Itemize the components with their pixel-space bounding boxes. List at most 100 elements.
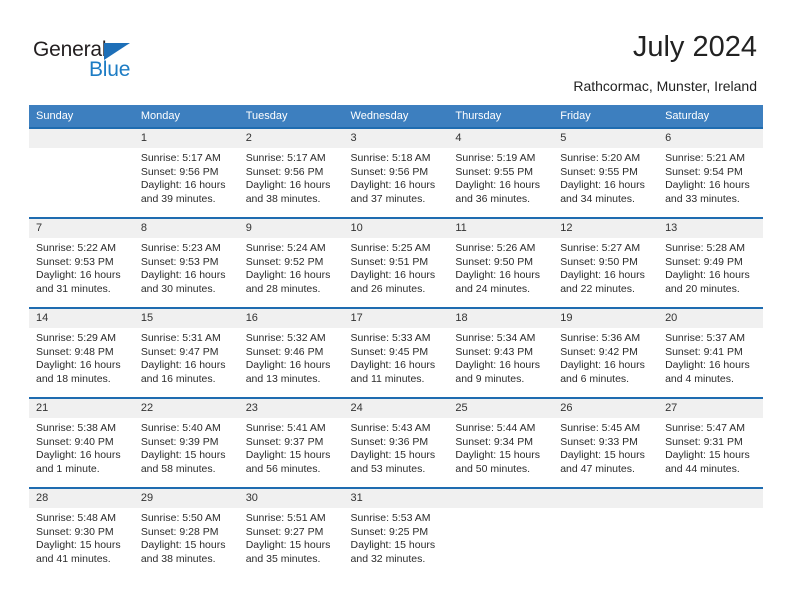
daylight-text: Daylight: 15 hours — [140, 539, 226, 552]
sunrise-text: Sunrise: 5:44 AM — [455, 422, 536, 434]
day-cell[interactable]: 27 Sunrise: 5:47 AM Sunset: 9:31 PM Dayligh… — [658, 399, 763, 487]
daylight-text: Daylight: 16 hours — [140, 269, 226, 282]
daylight-text: and 44 minutes. — [665, 462, 740, 475]
sunrise-text: Sunrise: 5:34 AM — [455, 332, 536, 344]
daylight-text: and 32 minutes. — [350, 552, 426, 565]
day-cell[interactable]: 5 Sunrise: 5:20 AM Sunset: 9:55 PM Daylight… — [553, 129, 659, 217]
day-cell[interactable]: 8 Sunrise: 5:23 AM Sunset: 9:53 PM Daylight… — [133, 219, 239, 307]
day-details — [29, 148, 134, 152]
daylight-text: Daylight: 16 hours — [350, 179, 436, 192]
sunset-text: Sunset: 9:47 PM — [140, 345, 219, 358]
day-number — [29, 129, 134, 148]
day-cell[interactable]: 15 Sunrise: 5:31 AM Sunset: 9:47 PM Dayligh… — [133, 309, 239, 397]
daylight-text: Daylight: 15 hours — [665, 449, 750, 462]
week-row: 7 Sunrise: 5:22 AM Sunset: 9:53 PM Daylight… — [29, 219, 763, 307]
day-cell[interactable]: 12 Sunrise: 5:27 AM Sunset: 9:50 PM Dayligh… — [553, 219, 659, 307]
daylight-text: and 31 minutes. — [36, 282, 111, 295]
sunrise-text: Sunrise: 5:43 AM — [350, 422, 431, 434]
day-number: 25 — [448, 399, 554, 418]
day-number: 12 — [553, 219, 659, 238]
sunset-text: Sunset: 9:50 PM — [560, 255, 638, 268]
daylight-text: Daylight: 16 hours — [36, 449, 121, 462]
daylight-text: Daylight: 16 hours — [560, 269, 645, 282]
day-details: Sunrise: 5:38 AM Sunset: 9:40 PM Daylight:… — [29, 418, 134, 476]
day-cell-empty — [448, 489, 554, 577]
day-cell[interactable]: 4 Sunrise: 5:19 AM Sunset: 9:55 PM Daylight… — [448, 129, 554, 217]
sunset-text: Sunset: 9:43 PM — [455, 345, 534, 358]
weekday-header-wednesday: Wednesday — [343, 105, 449, 127]
sunset-text: Sunset: 9:48 PM — [36, 345, 114, 358]
daylight-text: Daylight: 15 hours — [350, 539, 436, 552]
daylight-text: Daylight: 16 hours — [665, 179, 750, 192]
day-details: Sunrise: 5:26 AM Sunset: 9:50 PM Daylight:… — [448, 238, 553, 296]
day-cell[interactable]: 2 Sunrise: 5:17 AM Sunset: 9:56 PM Daylight… — [238, 129, 344, 217]
day-number: 8 — [133, 219, 239, 238]
day-cell[interactable]: 23 Sunrise: 5:41 AM Sunset: 9:37 PM Dayligh… — [238, 399, 344, 487]
day-cell[interactable]: 30 Sunrise: 5:51 AM Sunset: 9:27 PM Dayligh… — [238, 489, 344, 577]
daylight-text: and 35 minutes. — [245, 552, 321, 565]
daylight-text: and 39 minutes. — [140, 192, 216, 205]
daylight-text: Daylight: 15 hours — [455, 449, 541, 462]
calendar-grid: Sunday Monday Tuesday Wednesday Thursday Frid… — [29, 105, 763, 577]
day-cell[interactable]: 29 Sunrise: 5:50 AM Sunset: 9:28 PM Dayligh… — [133, 489, 239, 577]
day-cell[interactable]: 1 Sunrise: 5:17 AM Sunset: 9:56 PM Daylight… — [133, 129, 239, 217]
day-cell[interactable]: 31 Sunrise: 5:53 AM Sunset: 9:25 PM Dayligh… — [343, 489, 449, 577]
day-cell[interactable]: 16 Sunrise: 5:32 AM Sunset: 9:46 PM Dayligh… — [238, 309, 344, 397]
day-cell[interactable]: 17 Sunrise: 5:33 AM Sunset: 9:45 PM Dayligh… — [343, 309, 449, 397]
daylight-text: Daylight: 15 hours — [140, 449, 226, 462]
day-cell[interactable]: 24 Sunrise: 5:43 AM Sunset: 9:36 PM Dayligh… — [343, 399, 449, 487]
day-number: 5 — [553, 129, 659, 148]
sunset-text: Sunset: 9:40 PM — [36, 435, 114, 448]
day-cell[interactable]: 9 Sunrise: 5:24 AM Sunset: 9:52 PM Daylight… — [238, 219, 344, 307]
sunrise-text: Sunrise: 5:24 AM — [245, 242, 326, 254]
day-cell[interactable]: 18 Sunrise: 5:34 AM Sunset: 9:43 PM Dayligh… — [448, 309, 554, 397]
daylight-text: Daylight: 16 hours — [36, 269, 121, 282]
sunset-text: Sunset: 9:41 PM — [665, 345, 743, 358]
weekday-header-monday: Monday — [133, 105, 239, 127]
day-cell[interactable]: 26 Sunrise: 5:45 AM Sunset: 9:33 PM Dayligh… — [553, 399, 659, 487]
daylight-text: Daylight: 16 hours — [140, 359, 226, 372]
daylight-text: and 6 minutes. — [560, 372, 630, 385]
sunset-text: Sunset: 9:27 PM — [245, 525, 324, 538]
sunrise-text: Sunrise: 5:36 AM — [560, 332, 641, 344]
sunrise-text: Sunrise: 5:33 AM — [350, 332, 431, 344]
day-number: 11 — [448, 219, 554, 238]
sunset-text: Sunset: 9:46 PM — [245, 345, 324, 358]
day-cell[interactable]: 3 Sunrise: 5:18 AM Sunset: 9:56 PM Daylight… — [343, 129, 449, 217]
day-cell[interactable]: 19 Sunrise: 5:36 AM Sunset: 9:42 PM Dayligh… — [553, 309, 659, 397]
sunset-text: Sunset: 9:54 PM — [665, 165, 743, 178]
day-cell[interactable]: 11 Sunrise: 5:26 AM Sunset: 9:50 PM Dayligh… — [448, 219, 554, 307]
sunset-text: Sunset: 9:50 PM — [455, 255, 534, 268]
day-cell[interactable]: 6 Sunrise: 5:21 AM Sunset: 9:54 PM Daylight… — [658, 129, 763, 217]
day-details: Sunrise: 5:27 AM Sunset: 9:50 PM Daylight:… — [553, 238, 658, 296]
daylight-text: and 26 minutes. — [350, 282, 426, 295]
daylight-text: and 16 minutes. — [140, 372, 216, 385]
day-cell-empty — [29, 129, 134, 217]
day-number — [448, 489, 554, 508]
week-row: 28 Sunrise: 5:48 AM Sunset: 9:30 PM Dayligh… — [29, 489, 763, 577]
day-cell[interactable]: 7 Sunrise: 5:22 AM Sunset: 9:53 PM Daylight… — [29, 219, 134, 307]
sunrise-text: Sunrise: 5:50 AM — [140, 512, 221, 524]
daylight-text: and 38 minutes. — [245, 192, 321, 205]
day-cell[interactable]: 22 Sunrise: 5:40 AM Sunset: 9:39 PM Dayligh… — [133, 399, 239, 487]
day-number: 22 — [133, 399, 239, 418]
daylight-text: and 22 minutes. — [560, 282, 635, 295]
day-cell[interactable]: 28 Sunrise: 5:48 AM Sunset: 9:30 PM Dayligh… — [29, 489, 134, 577]
day-details: Sunrise: 5:36 AM Sunset: 9:42 PM Daylight:… — [553, 328, 658, 386]
sunset-text: Sunset: 9:56 PM — [245, 165, 324, 178]
day-cell[interactable]: 10 Sunrise: 5:25 AM Sunset: 9:51 PM Dayligh… — [343, 219, 449, 307]
day-number: 21 — [29, 399, 134, 418]
day-number: 19 — [553, 309, 659, 328]
day-cell[interactable]: 25 Sunrise: 5:44 AM Sunset: 9:34 PM Dayligh… — [448, 399, 554, 487]
daylight-text: Daylight: 16 hours — [665, 359, 750, 372]
day-cell[interactable]: 20 Sunrise: 5:37 AM Sunset: 9:41 PM Dayligh… — [658, 309, 763, 397]
weekday-header-friday: Friday — [553, 105, 659, 127]
sunset-text: Sunset: 9:49 PM — [665, 255, 743, 268]
daylight-text: and 38 minutes. — [140, 552, 216, 565]
day-cell[interactable]: 14 Sunrise: 5:29 AM Sunset: 9:48 PM Dayligh… — [29, 309, 134, 397]
day-details — [553, 508, 658, 512]
day-cell[interactable]: 21 Sunrise: 5:38 AM Sunset: 9:40 PM Dayligh… — [29, 399, 134, 487]
sunrise-text: Sunrise: 5:17 AM — [140, 152, 221, 164]
day-details: Sunrise: 5:47 AM Sunset: 9:31 PM Daylight:… — [658, 418, 763, 476]
day-cell[interactable]: 13 Sunrise: 5:28 AM Sunset: 9:49 PM Dayligh… — [658, 219, 763, 307]
